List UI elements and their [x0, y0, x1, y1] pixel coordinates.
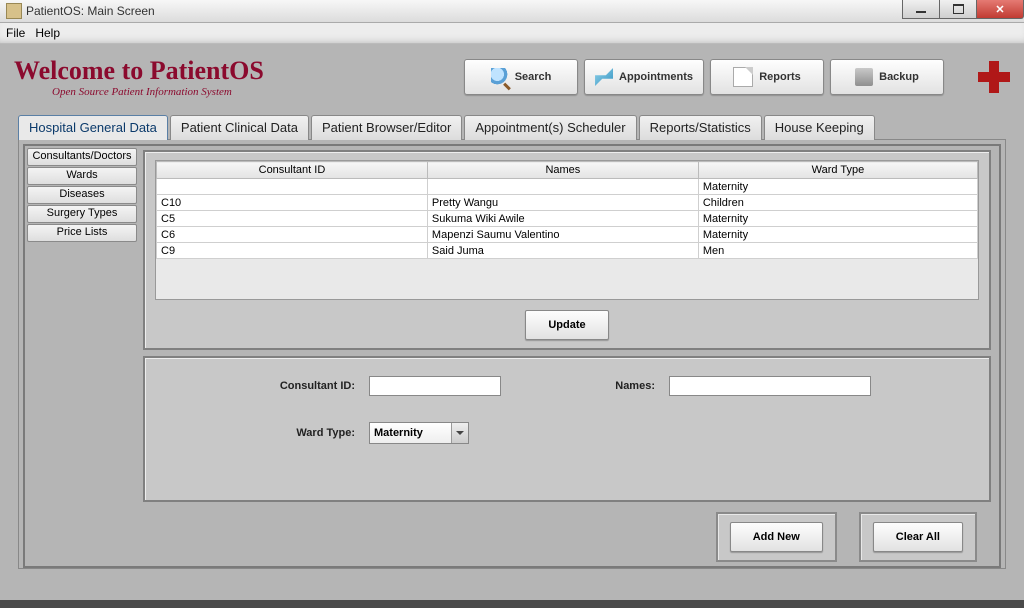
table-cell: Maternity	[698, 211, 977, 227]
app-icon	[6, 3, 22, 19]
table-cell: C10	[157, 195, 428, 211]
table-cell: C9	[157, 243, 428, 259]
consultant-list-panel: Consultant ID Names Ward Type MaternityC…	[143, 150, 991, 350]
backup-icon	[855, 68, 873, 86]
page-title: Welcome to PatientOS	[14, 56, 264, 86]
table-row[interactable]: C6Mapenzi Saumu ValentinoMaternity	[157, 227, 978, 243]
reports-button[interactable]: Reports	[710, 59, 824, 95]
table-cell: Sukuma Wiki Awile	[427, 211, 698, 227]
table-cell: Maternity	[698, 179, 977, 195]
table-cell: C5	[157, 211, 428, 227]
table-cell: C6	[157, 227, 428, 243]
menu-bar: File Help	[0, 23, 1024, 44]
table-cell: Mapenzi Saumu Valentino	[427, 227, 698, 243]
menu-file[interactable]: File	[6, 26, 25, 40]
tab-patient-clinical-data[interactable]: Patient Clinical Data	[170, 115, 309, 140]
appointments-button[interactable]: Appointments	[584, 59, 704, 95]
minimize-button[interactable]	[902, 0, 940, 19]
consultant-id-label: Consultant ID:	[265, 380, 355, 392]
sidebar-item-price-lists[interactable]: Price Lists	[27, 224, 137, 242]
sidebar-item-consultants[interactable]: Consultants/Doctors	[27, 148, 137, 166]
clear-all-button[interactable]: Clear All	[873, 522, 963, 552]
consultant-form-panel: Consultant ID: Names: Ward Type: Materni…	[143, 356, 991, 502]
add-new-button[interactable]: Add New	[730, 522, 823, 552]
names-label: Names:	[515, 380, 655, 392]
red-cross-icon	[978, 61, 1010, 93]
table-cell: Men	[698, 243, 977, 259]
update-button[interactable]: Update	[525, 310, 608, 340]
consultants-table[interactable]: Consultant ID Names Ward Type MaternityC…	[156, 161, 978, 259]
table-cell: Said Juma	[427, 243, 698, 259]
names-input[interactable]	[669, 376, 871, 396]
table-row[interactable]: C9Said JumaMen	[157, 243, 978, 259]
table-row[interactable]: Maternity	[157, 179, 978, 195]
tab-hospital-general-data[interactable]: Hospital General Data	[18, 115, 168, 140]
tab-patient-browser-editor[interactable]: Patient Browser/Editor	[311, 115, 462, 140]
table-cell	[157, 179, 428, 195]
appointments-button-label: Appointments	[619, 71, 693, 83]
tab-appointments-scheduler[interactable]: Appointment(s) Scheduler	[464, 115, 636, 140]
sidebar-item-wards[interactable]: Wards	[27, 167, 137, 185]
search-button[interactable]: Search	[464, 59, 578, 95]
ward-type-value: Maternity	[374, 427, 423, 439]
table-cell	[427, 179, 698, 195]
window-titlebar: PatientOS: Main Screen	[0, 0, 1024, 23]
close-button[interactable]	[976, 0, 1024, 19]
col-names[interactable]: Names	[427, 162, 698, 179]
search-button-label: Search	[515, 71, 552, 83]
chevron-down-icon	[451, 423, 468, 443]
page-subtitle: Open Source Patient Information System	[52, 86, 264, 98]
reports-button-label: Reports	[759, 71, 801, 83]
col-ward-type[interactable]: Ward Type	[698, 162, 977, 179]
sidebar-item-diseases[interactable]: Diseases	[27, 186, 137, 204]
table-cell: Pretty Wangu	[427, 195, 698, 211]
backup-button-label: Backup	[879, 71, 919, 83]
table-row[interactable]: C10Pretty WanguChildren	[157, 195, 978, 211]
table-row[interactable]: C5Sukuma Wiki AwileMaternity	[157, 211, 978, 227]
maximize-button[interactable]	[939, 0, 977, 19]
tab-bar: Hospital General Data Patient Clinical D…	[18, 114, 1010, 139]
sidebar-item-surgery-types[interactable]: Surgery Types	[27, 205, 137, 223]
side-nav: Consultants/Doctors Wards Diseases Surge…	[25, 146, 139, 566]
table-cell: Children	[698, 195, 977, 211]
ward-type-label: Ward Type:	[265, 427, 355, 439]
search-icon	[491, 68, 509, 86]
reports-icon	[733, 67, 753, 87]
appointments-icon	[595, 68, 613, 86]
ward-type-select[interactable]: Maternity	[369, 422, 469, 444]
tab-panel: Consultants/Doctors Wards Diseases Surge…	[18, 139, 1006, 569]
window-title: PatientOS: Main Screen	[26, 4, 155, 18]
menu-help[interactable]: Help	[35, 26, 60, 40]
col-consultant-id[interactable]: Consultant ID	[157, 162, 428, 179]
tab-reports-statistics[interactable]: Reports/Statistics	[639, 115, 762, 140]
backup-button[interactable]: Backup	[830, 59, 944, 95]
tab-house-keeping[interactable]: House Keeping	[764, 115, 875, 140]
table-cell: Maternity	[698, 227, 977, 243]
consultant-id-input[interactable]	[369, 376, 501, 396]
